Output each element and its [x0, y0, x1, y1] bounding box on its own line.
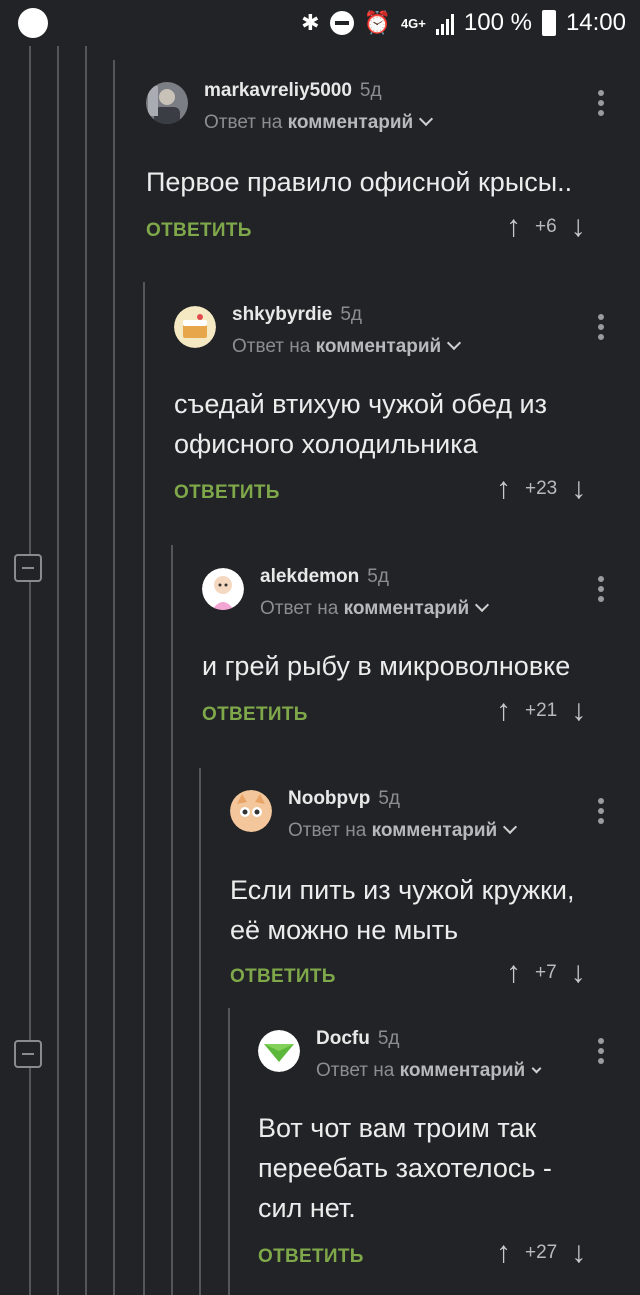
bluetooth-icon: ✱ [301, 10, 320, 35]
chevron-down-icon [419, 111, 434, 127]
downvote-icon[interactable]: ↓ [571, 474, 586, 504]
comment-text: Первое правило офисной крысы.. [146, 167, 573, 197]
reply-button[interactable]: ОТВЕТИТЬ [258, 1246, 364, 1268]
upvote-icon[interactable]: ↑ [506, 212, 521, 242]
thread-line [57, 46, 59, 1295]
comment-score: +7 [535, 962, 557, 983]
status-bar: ✱ ⏰ 4G+ 100 % 14:00 [0, 0, 640, 46]
user-avatar[interactable] [174, 306, 216, 348]
chevron-down-icon [475, 597, 490, 613]
comment-author[interactable]: Docfu 5д [316, 1028, 399, 1050]
comment-score: +27 [525, 1242, 558, 1263]
comment-text: Вот чот вам троим так переебать захотелос… [258, 1113, 552, 1223]
notification-dot-icon [18, 8, 48, 38]
reply-to-link[interactable]: Ответ на комментарий [260, 597, 490, 620]
reply-button[interactable]: ОТВЕТИТЬ [174, 482, 280, 504]
reply-to-link[interactable]: Ответ на комментарий [316, 1060, 542, 1082]
clock: 14:00 [565, 9, 626, 36]
comment-author[interactable]: markavreliy5000 5д [204, 80, 382, 102]
comment-age: 5д [377, 1028, 400, 1049]
more-options-icon[interactable] [598, 314, 604, 344]
downvote-icon[interactable]: ↓ [571, 212, 586, 242]
thread-line [199, 768, 201, 1295]
comment-age: 5д [367, 566, 389, 587]
comment-score: +6 [535, 216, 557, 237]
thread-line [143, 282, 145, 1295]
downvote-icon[interactable]: ↓ [571, 696, 586, 726]
alarm-icon: ⏰ [363, 10, 391, 35]
comment-age: 5д [359, 80, 382, 101]
comment-score: +23 [525, 478, 558, 499]
chevron-down-icon [531, 1063, 542, 1074]
do-not-disturb-icon [329, 11, 354, 35]
collapse-thread-button[interactable] [14, 554, 42, 582]
user-avatar[interactable] [230, 790, 272, 832]
reply-button[interactable]: ОТВЕТИТЬ [202, 704, 308, 726]
comment-author[interactable]: alekdemon 5д [260, 566, 389, 588]
chevron-down-icon [503, 819, 518, 835]
comment-age: 5д [340, 304, 362, 325]
user-avatar[interactable] [202, 568, 244, 610]
vote-controls: ↑ +21 ↓ [496, 696, 586, 726]
battery-percent: 100 % [463, 9, 532, 36]
reply-to-link[interactable]: Ответ на комментарий [232, 335, 462, 358]
more-options-icon[interactable] [598, 1038, 604, 1068]
comment-age: 5д [378, 788, 400, 809]
thread-line [228, 1008, 230, 1295]
comment-author[interactable]: Noobpvp 5д [288, 788, 400, 810]
vote-controls: ↑ +23 ↓ [496, 474, 586, 504]
battery-icon [541, 10, 556, 36]
comment-text: Если пить из чужой кружки, её можно не мы… [230, 875, 575, 945]
status-icons: ✱ ⏰ 4G+ 100 % 14:00 [301, 8, 626, 38]
thread-line [171, 545, 173, 1295]
downvote-icon[interactable]: ↓ [571, 958, 586, 988]
comment-author[interactable]: shkybyrdie 5д [232, 304, 362, 326]
comment-text: и грей рыбу в микроволновке [202, 651, 571, 681]
more-options-icon[interactable] [598, 90, 604, 120]
vote-controls: ↑ +27 ↓ [496, 1238, 586, 1268]
signal-icon [435, 11, 454, 35]
thread-line [29, 46, 31, 1295]
reply-button[interactable]: ОТВЕТИТЬ [230, 966, 336, 988]
chevron-down-icon [447, 335, 462, 351]
vote-controls: ↑ +6 ↓ [506, 212, 586, 242]
upvote-icon[interactable]: ↑ [496, 474, 511, 504]
collapse-thread-button[interactable] [14, 1040, 42, 1068]
reply-button[interactable]: ОТВЕТИТЬ [146, 220, 252, 242]
reply-to-link[interactable]: Ответ на комментарий [204, 111, 434, 134]
more-options-icon[interactable] [598, 798, 604, 828]
comment-text: съедай втихую чужой обед из офисного холо… [174, 389, 547, 459]
upvote-icon[interactable]: ↑ [506, 958, 521, 988]
user-avatar[interactable] [258, 1030, 300, 1072]
network-type: 4G+ [400, 15, 426, 31]
more-options-icon[interactable] [598, 576, 604, 606]
comment-score: +21 [525, 700, 558, 721]
thread-line [113, 60, 115, 1295]
upvote-icon[interactable]: ↑ [496, 1238, 511, 1268]
vote-controls: ↑ +7 ↓ [506, 958, 586, 988]
upvote-icon[interactable]: ↑ [496, 696, 511, 726]
user-avatar[interactable] [146, 82, 188, 124]
reply-to-link[interactable]: Ответ на комментарий [288, 819, 518, 842]
downvote-icon[interactable]: ↓ [571, 1238, 586, 1268]
thread-line [85, 46, 87, 1295]
